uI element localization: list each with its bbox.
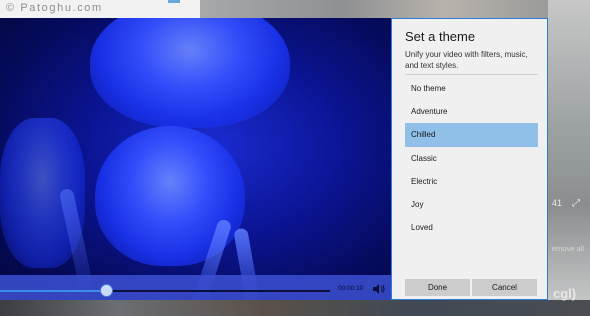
divider [405,74,538,75]
theme-option-joy[interactable]: Joy [405,193,538,216]
watermark: © Patoghu.com [6,2,103,14]
expand-icon[interactable]: ⤢ [572,198,580,209]
done-button[interactable]: Done [405,279,470,296]
brand-logo: cgl) [553,286,577,301]
theme-option-loved[interactable]: Loved [405,216,538,239]
background-thumbnail-strip [0,300,590,316]
remove-all-link[interactable]: emove all [552,244,584,253]
theme-option-chilled[interactable]: Chilled [405,123,538,147]
player-controls-bar [0,275,392,300]
playback-time: 00:00:10 [338,285,364,292]
theme-list: No theme Adventure Chilled Classic Electric J… [405,77,538,239]
seek-thumb[interactable] [99,284,113,297]
dialog-title: Set a theme [405,29,476,44]
volume-icon[interactable] [372,283,386,295]
theme-option-classic[interactable]: Classic [405,147,538,170]
video-content-jellyfish-top [90,18,290,128]
cancel-button[interactable]: Cancel [472,279,537,296]
title-bar-accent-icon [168,0,180,3]
seek-progress [0,290,106,292]
theme-option-adventure[interactable]: Adventure [405,100,538,123]
theme-dialog: Set a theme Unify your video with filter… [391,18,548,300]
photo-count-text: 41 [552,198,563,208]
video-preview[interactable] [0,18,392,300]
theme-option-no-theme[interactable]: No theme [405,77,538,100]
background-photo-strip [200,0,550,18]
dialog-description: Unify your video with filters, music, an… [405,50,528,70]
background-photo-column [548,0,590,316]
theme-option-electric[interactable]: Electric [405,170,538,193]
